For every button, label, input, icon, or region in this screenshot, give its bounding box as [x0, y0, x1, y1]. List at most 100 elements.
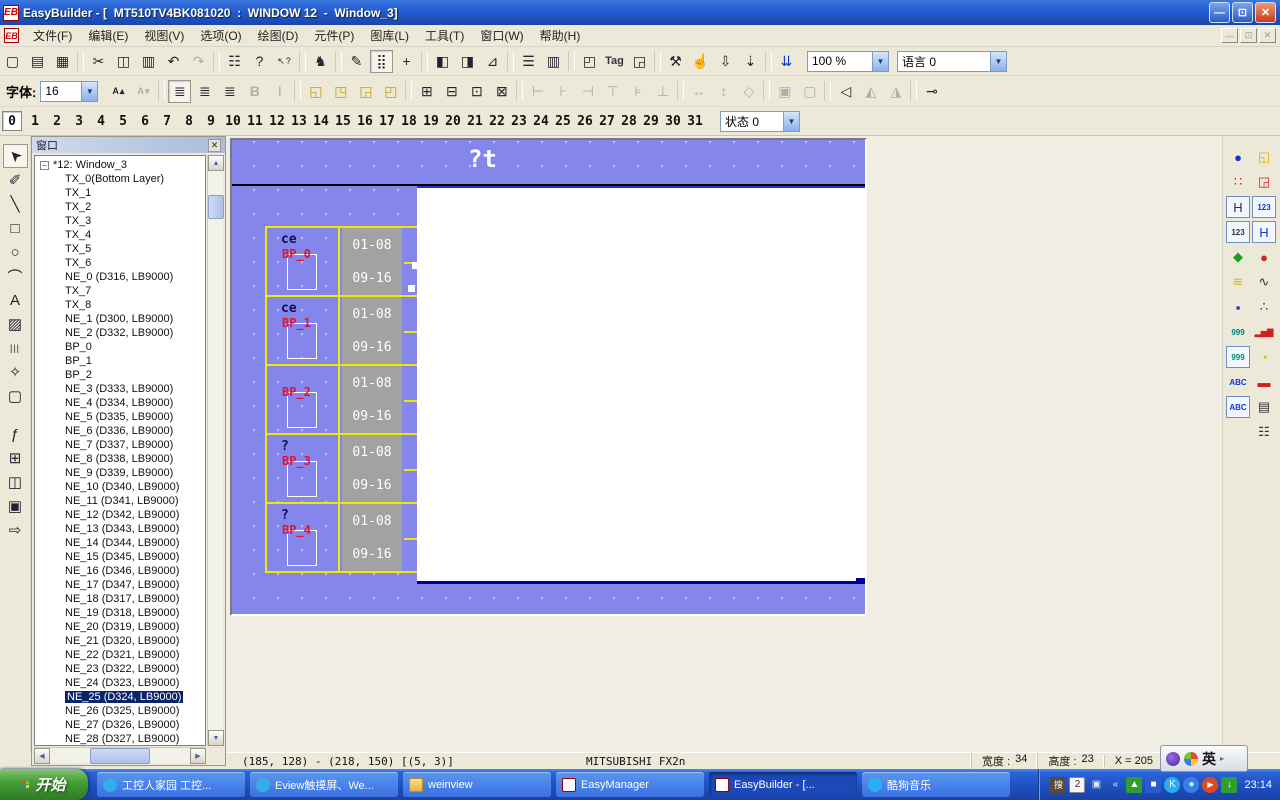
tree-item[interactable]: − NE_12 (D342, LB9000) — [35, 508, 205, 522]
resize-handle[interactable] — [856, 578, 865, 584]
tree-item[interactable]: − NE_18 (D317, LB9000) — [35, 592, 205, 606]
menu-item[interactable]: 帮助(H) — [532, 24, 589, 47]
tree-item[interactable]: − BP_1 — [35, 354, 205, 368]
tree-item[interactable]: − NE_6 (D336, LB9000) — [35, 424, 205, 438]
state-number-button[interactable]: 9 — [200, 111, 222, 131]
numeric-tag-icon[interactable]: 123 — [1252, 196, 1276, 218]
state-number-button[interactable]: 26 — [574, 111, 596, 131]
window-tray-icon[interactable]: ▣ — [1088, 777, 1104, 793]
minimize-button[interactable]: — — [1209, 2, 1230, 23]
transform-tool-icon[interactable]: ✐ — [3, 168, 28, 192]
bold-icon[interactable]: B — [243, 80, 266, 103]
tree-item[interactable]: − NE_5 (D335, LB9000) — [35, 410, 205, 424]
state-number-button[interactable]: 18 — [398, 111, 420, 131]
word-lamp-icon[interactable]: ∷ — [1226, 171, 1250, 193]
indirect-window-icon[interactable]: ◲ — [1252, 171, 1276, 193]
range-cell[interactable]: 01-08 — [342, 435, 402, 471]
tree-item[interactable]: − NE_3 (D333, LB9000) — [35, 382, 205, 396]
same-height-icon[interactable]: ↕ — [712, 80, 735, 103]
window-copy-icon[interactable]: ◧ — [431, 50, 454, 73]
window-object-icon[interactable]: ▣ — [3, 494, 28, 518]
collapse-tray-icon[interactable]: « — [1107, 777, 1123, 793]
tree-item[interactable]: − NE_23 (D322, LB9000) — [35, 662, 205, 676]
send-download-icon[interactable]: ⇊ — [775, 50, 798, 73]
state-number-button[interactable]: 5 — [112, 111, 134, 131]
crosshair-icon[interactable]: + — [395, 50, 418, 73]
state-number-button[interactable]: 7 — [156, 111, 178, 131]
state-number-button[interactable]: 16 — [354, 111, 376, 131]
alarm-display-icon[interactable]: ● — [1252, 246, 1276, 268]
restore-button[interactable]: ⊡ — [1232, 2, 1253, 23]
send-object-icon[interactable]: ⇨ — [3, 518, 28, 542]
ellipse-tool-icon[interactable]: ○ — [3, 240, 28, 264]
ime-expand-icon[interactable]: ▸ — [1220, 754, 1224, 763]
tag-text-icon[interactable]: Tag — [603, 50, 626, 73]
tree-item[interactable]: − TX_3 — [35, 214, 205, 228]
text-tool-icon[interactable]: A — [3, 288, 28, 312]
bring-forward-icon[interactable]: ◲ — [354, 80, 377, 103]
align-tops-icon[interactable]: ⊤ — [601, 80, 624, 103]
state-number-button[interactable]: 13 — [288, 111, 310, 131]
state-number-button[interactable]: 8 — [178, 111, 200, 131]
menu-item[interactable]: 绘图(D) — [250, 24, 307, 47]
group-icon[interactable]: ▣ — [773, 80, 796, 103]
tree-item[interactable]: − TX_5 — [35, 242, 205, 256]
fit-height-icon[interactable]: ⊟ — [440, 80, 463, 103]
group-label-cell[interactable]: ? BP_4 — [267, 504, 340, 571]
scrollbar-thumb[interactable] — [208, 195, 224, 219]
tag-edit-icon[interactable]: ◲ — [628, 50, 651, 73]
state-number-button[interactable]: 4 — [90, 111, 112, 131]
shape-tool-icon[interactable]: ▢ — [3, 384, 28, 408]
browser-tray-icon[interactable]: ● — [1183, 777, 1199, 793]
tree-item[interactable]: − NE_11 (D341, LB9000) — [35, 494, 205, 508]
tree-item[interactable]: − NE_0 (D316, LB9000) — [35, 270, 205, 284]
range-cell[interactable]: 09-16 — [342, 400, 402, 433]
pin-icon[interactable]: ⊸ — [920, 80, 943, 103]
state-combo[interactable]: 状态 0 ▼ — [720, 111, 800, 132]
state-number-button[interactable]: 14 — [310, 111, 332, 131]
menu-item[interactable]: 图库(L) — [362, 24, 417, 47]
state-number-button[interactable]: 27 — [596, 111, 618, 131]
ascii-display-icon[interactable]: ABC — [1226, 371, 1250, 393]
tag-new-icon[interactable]: ◰ — [578, 50, 601, 73]
scroll-up-icon[interactable]: ▲ — [208, 155, 224, 171]
hand-test-icon[interactable]: ☝ — [689, 50, 712, 73]
fit-window-icon[interactable]: ⊠ — [490, 80, 513, 103]
tree-item[interactable]: − NE_24 (D323, LB9000) — [35, 676, 205, 690]
tree-item[interactable]: − NE_4 (D334, LB9000) — [35, 396, 205, 410]
menu-item[interactable]: 窗口(W) — [472, 24, 531, 47]
state-number-button[interactable]: 28 — [618, 111, 640, 131]
menu-item[interactable]: 视图(V) — [136, 24, 192, 47]
numeric-display-icon[interactable]: 999 — [1226, 321, 1250, 343]
tree-item[interactable]: − TX_2 — [35, 200, 205, 214]
antivirus-tray-icon[interactable]: ▲ — [1126, 777, 1142, 793]
tree-item[interactable]: − *12: Window_3 — [35, 158, 205, 172]
about-icon[interactable]: ? — [248, 50, 271, 73]
build-icon[interactable]: ⚒ — [664, 50, 687, 73]
state-number-button[interactable]: 10 — [222, 111, 244, 131]
italic-icon[interactable]: I — [268, 80, 291, 103]
mirror-horizontal-icon[interactable]: ◭ — [859, 80, 882, 103]
cut-icon[interactable]: ✂ — [87, 50, 110, 73]
new-icon[interactable]: ▢ — [1, 50, 24, 73]
help-tray-icon[interactable]: 2 — [1069, 777, 1085, 793]
update-tray-icon[interactable]: ↓ — [1221, 777, 1237, 793]
hmi-window-title-text[interactable]: ?t — [468, 145, 497, 173]
align-right-icon[interactable]: ≣ — [218, 80, 241, 103]
set-bit-icon[interactable]: H — [1226, 196, 1250, 218]
state-number-button[interactable]: 19 — [420, 111, 442, 131]
arc-tool-icon[interactable]: ⌒ — [3, 264, 28, 288]
tree-item[interactable]: − TX_7 — [35, 284, 205, 298]
range-cell[interactable]: 09-16 — [342, 331, 402, 364]
align-left-icon[interactable]: ≣ — [168, 80, 191, 103]
tree-item[interactable]: − NE_7 (D337, LB9000) — [35, 438, 205, 452]
expander-icon[interactable]: − — [40, 161, 49, 170]
clock[interactable]: 23:14 — [1244, 779, 1272, 791]
mdi-minimize-button[interactable]: — — [1221, 28, 1238, 43]
tree-item[interactable]: − BP_0 — [35, 340, 205, 354]
measure-icon[interactable]: ⊿ — [481, 50, 504, 73]
tree-item[interactable]: − NE_25 (D324, LB9000) — [35, 690, 205, 704]
taskbar-task-button[interactable]: weinview — [403, 772, 551, 797]
range-cell[interactable]: 01-08 — [342, 297, 402, 333]
ascii-input-icon[interactable]: ABC — [1226, 396, 1250, 418]
